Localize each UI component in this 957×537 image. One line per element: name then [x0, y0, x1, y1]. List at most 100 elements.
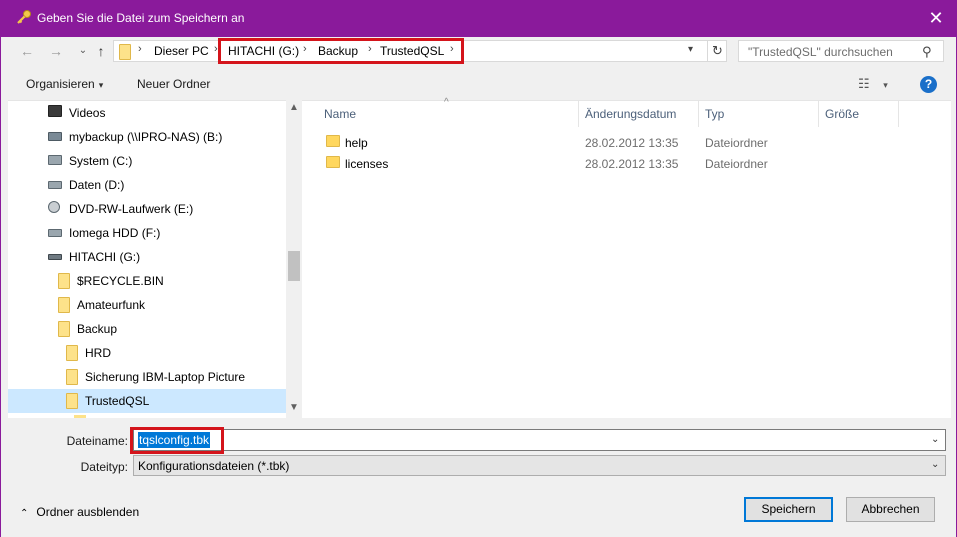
nav-item-label: TrustedQSL	[85, 394, 150, 408]
filetype-label: Dateityp:	[80, 460, 128, 474]
file-date: 28.02.2012 13:35	[585, 136, 679, 150]
chevron-down-icon: ⌄	[78, 45, 88, 56]
close-button[interactable]: ✕	[921, 5, 951, 31]
nav-item-label: mybackup (\\IPRO-NAS) (B:)	[69, 130, 223, 144]
nav-item-label: System (C:)	[69, 154, 133, 168]
new-folder-button[interactable]: Neuer Ordner	[137, 77, 210, 91]
organize-menu[interactable]: Organisieren ▾	[26, 77, 103, 91]
file-name: licenses	[345, 157, 389, 171]
chevron-down-icon[interactable]: ⌄	[931, 434, 939, 445]
help-icon: ?	[924, 77, 933, 91]
navigation-pane[interactable]: Videos mybackup (\\IPRO-NAS) (B:) System…	[8, 100, 302, 418]
nav-item-backup[interactable]: Backup	[8, 317, 286, 341]
nav-item-label: DVD-RW-Laufwerk (E:)	[69, 202, 194, 216]
hide-folders-label: Ordner ausblenden	[36, 505, 140, 519]
search-input[interactable]: "TrustedQSL" durchsuchen ⚲	[738, 40, 944, 62]
drive-icon	[48, 229, 62, 237]
nav-item-label: Iomega HDD (F:)	[69, 226, 161, 240]
nav-item-label: HRD	[85, 346, 111, 360]
folder-icon	[58, 273, 70, 289]
organize-label: Organisieren	[26, 77, 95, 91]
key-icon	[17, 10, 31, 24]
folder-icon	[66, 345, 78, 361]
column-divider[interactable]	[578, 101, 579, 127]
arrow-left-icon: ←	[20, 43, 34, 59]
window-title: Geben Sie die Datei zum Speichern an	[37, 11, 245, 25]
nav-item-label: Daten (D:)	[69, 178, 125, 192]
nav-item-system[interactable]: System (C:)	[8, 149, 286, 173]
scroll-up-icon[interactable]: ▲	[289, 102, 299, 113]
title-bar: Geben Sie die Datei zum Speichern an ✕	[0, 0, 957, 37]
file-row[interactable]: help 28.02.2012 13:35 Dateiordner	[302, 132, 951, 153]
file-type: Dateiordner	[705, 136, 768, 150]
breadcrumb-dieser-pc[interactable]: Dieser PC	[154, 44, 209, 58]
nav-item-hitachi[interactable]: HITACHI (G:)	[8, 245, 286, 269]
nav-item-label: $RECYCLE.BIN	[77, 274, 164, 288]
nav-item-iomega[interactable]: Iomega HDD (F:)	[8, 221, 286, 245]
file-name: help	[345, 136, 368, 150]
refresh-icon[interactable]: ↻	[707, 41, 727, 61]
scroll-down-icon[interactable]: ▼	[289, 402, 299, 413]
nav-item-label: Sicherung IBM-Laptop Picture	[85, 370, 246, 384]
folder-icon	[66, 369, 78, 385]
column-header-size[interactable]: Größe	[825, 107, 859, 121]
filename-input[interactable]: tqslconfig.tbk ⌄	[133, 429, 946, 451]
nav-item-trustedqsl[interactable]: TrustedQSL	[8, 389, 286, 413]
folder-icon	[74, 415, 86, 418]
video-icon	[48, 105, 62, 117]
scrollbar-thumb[interactable]	[288, 251, 300, 281]
file-row[interactable]: licenses 28.02.2012 13:35 Dateiordner	[302, 153, 951, 174]
column-divider[interactable]	[698, 101, 699, 127]
nav-scrollbar[interactable]: ▲ ▼	[286, 100, 302, 418]
nav-item-dvd[interactable]: DVD-RW-Laufwerk (E:)	[8, 197, 286, 221]
folder-icon	[326, 156, 340, 168]
nav-item-hrd[interactable]: HRD	[8, 341, 286, 365]
nav-item-sicherung[interactable]: Sicherung IBM-Laptop Picture	[8, 365, 286, 389]
up-button[interactable]: ↑	[90, 43, 112, 59]
chevron-down-icon: ⌄	[931, 459, 940, 470]
file-date: 28.02.2012 13:35	[585, 157, 679, 171]
search-icon: ⚲	[922, 44, 932, 59]
folder-icon	[58, 321, 70, 337]
chevron-down-icon: ▾	[883, 80, 888, 90]
highlight-box-address	[218, 38, 464, 64]
help-button[interactable]: ?	[920, 76, 937, 93]
nav-item-label: Amateurfunk	[77, 298, 146, 312]
chevron-down-icon: ▾	[98, 80, 104, 90]
chevron-right-icon: ›	[138, 43, 142, 55]
nav-item-label: Videos	[69, 106, 106, 120]
folder-icon	[58, 297, 70, 313]
address-dropdown-icon[interactable]: ▾	[688, 44, 693, 55]
network-drive-icon	[48, 132, 62, 141]
save-button[interactable]: Speichern	[744, 497, 833, 522]
filetype-value: Konfigurationsdateien (*.tbk)	[138, 459, 290, 473]
hide-folders-button[interactable]: ⌃ Ordner ausblenden	[20, 505, 139, 519]
folder-icon	[326, 135, 340, 147]
cancel-button[interactable]: Abbrechen	[846, 497, 935, 522]
view-options-button[interactable]: ☷ ▾	[858, 76, 888, 92]
nav-item-amateurfunk[interactable]: Amateurfunk	[8, 293, 286, 317]
column-header-date[interactable]: Änderungsdatum	[585, 107, 676, 121]
folder-icon	[119, 44, 131, 60]
folder-icon	[66, 393, 78, 409]
arrow-up-icon: ↑	[97, 43, 105, 59]
usb-drive-icon	[48, 254, 62, 260]
nav-item-recycle-bin[interactable]: $RECYCLE.BIN	[8, 269, 286, 293]
column-header-name[interactable]: Name	[324, 107, 356, 121]
search-placeholder: "TrustedQSL" durchsuchen	[748, 45, 893, 59]
drive-icon	[48, 181, 62, 189]
nav-item-daten[interactable]: Daten (D:)	[8, 173, 286, 197]
nav-item-videos[interactable]: Videos	[8, 101, 286, 125]
back-button[interactable]: ←	[16, 43, 38, 59]
column-divider[interactable]	[898, 101, 899, 127]
view-list-icon: ☷	[858, 76, 870, 91]
file-list[interactable]: ^ Name Änderungsdatum Typ Größe help 28.…	[302, 97, 951, 418]
arrow-right-icon: →	[49, 43, 63, 59]
filetype-select[interactable]: Konfigurationsdateien (*.tbk) ⌄	[133, 455, 946, 476]
filename-label: Dateiname:	[66, 434, 128, 448]
nav-item-mybackup[interactable]: mybackup (\\IPRO-NAS) (B:)	[8, 125, 286, 149]
file-type: Dateiordner	[705, 157, 768, 171]
forward-button[interactable]: →	[45, 43, 67, 59]
column-header-type[interactable]: Typ	[705, 107, 724, 121]
column-divider[interactable]	[818, 101, 819, 127]
